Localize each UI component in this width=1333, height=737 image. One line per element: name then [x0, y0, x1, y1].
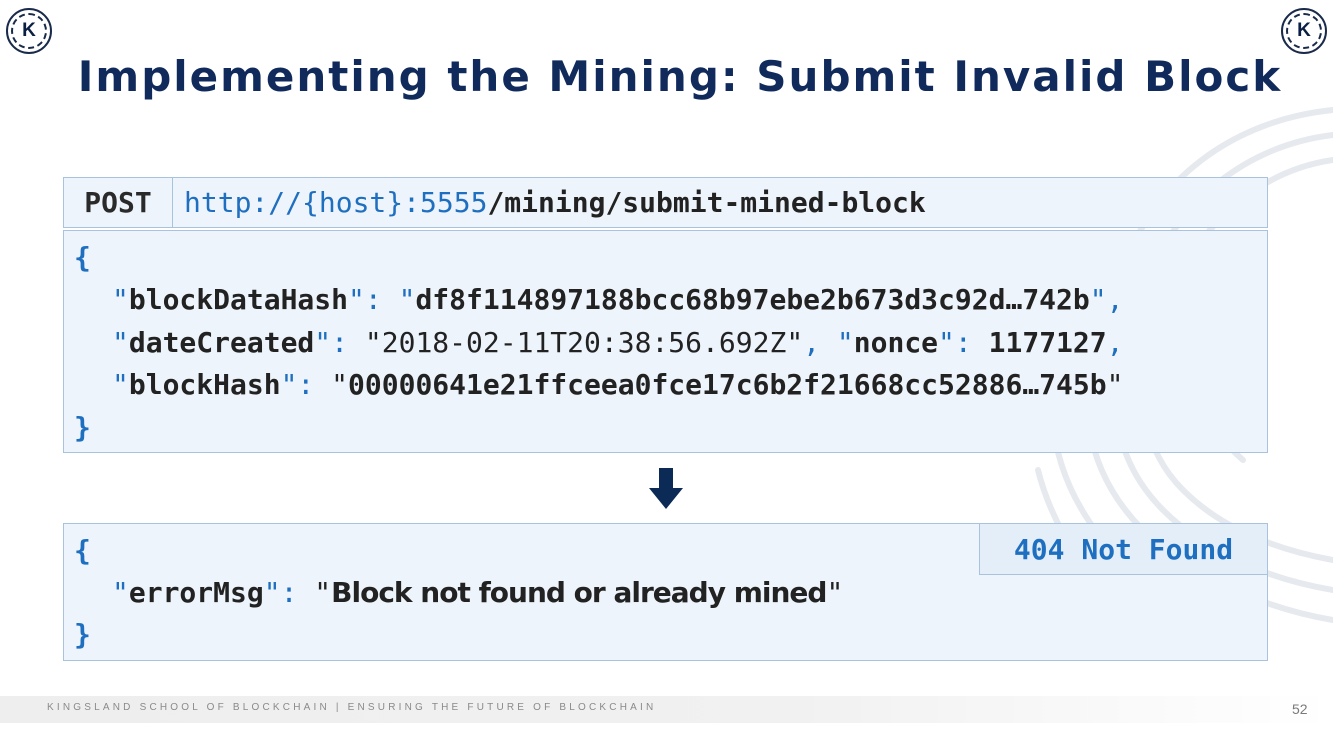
json-key: blockDataHash — [128, 283, 349, 316]
close-brace: } — [74, 411, 91, 444]
close-brace: } — [74, 618, 91, 651]
json-key: errorMsg — [128, 576, 264, 609]
field-blockHash: "blockHash": "00000641e21ffceea0fce17c6b… — [112, 368, 1124, 401]
kingsland-logo-left: K — [6, 8, 52, 54]
error-message: Block not found or already mined — [331, 576, 827, 609]
open-brace: { — [74, 534, 91, 567]
response-body: 404 Not Found { "errorMsg": "Block not f… — [63, 523, 1268, 661]
open-brace: { — [74, 241, 91, 274]
logo-letter: K — [22, 20, 36, 41]
json-key: dateCreated — [128, 326, 315, 359]
request-body: { "blockDataHash": "df8f114897188bcc68b9… — [63, 230, 1268, 453]
field-blockDataHash: "blockDataHash": "df8f114897188bcc68b97e… — [112, 283, 1124, 316]
page-number: 52 — [1292, 701, 1308, 717]
footer-text: KINGSLAND SCHOOL OF BLOCKCHAIN | ENSURIN… — [47, 702, 657, 713]
json-value: 00000641e21ffceea0fce17c6b2f21668cc52886… — [348, 368, 1107, 401]
logo-letter: K — [1297, 20, 1311, 41]
status-badge: 404 Not Found — [979, 524, 1267, 575]
json-value: 1177127 — [988, 326, 1107, 359]
json-key: blockHash — [128, 368, 281, 401]
request-line: POST http://{host}:5555/mining/submit-mi… — [63, 177, 1268, 228]
url-host: http://{host}:5555 — [184, 186, 488, 219]
kingsland-logo-right: K — [1281, 8, 1327, 54]
json-value: df8f114897188bcc68b97ebe2b673d3c92d…742b — [415, 283, 1090, 316]
url-path: /mining/submit-mined-block — [487, 186, 926, 219]
footer-bar: KINGSLAND SCHOOL OF BLOCKCHAIN | ENSURIN… — [0, 696, 1333, 723]
json-value: 2018-02-11T20:38:56.692Z — [381, 326, 787, 359]
field-errorMsg: "errorMsg": "Block not found or already … — [112, 576, 844, 609]
field-dateCreated-nonce: "dateCreated": "2018-02-11T20:38:56.692Z… — [112, 326, 1124, 359]
endpoint-url: http://{host}:5555/mining/submit-mined-b… — [184, 178, 926, 227]
down-arrow-icon — [649, 468, 683, 509]
http-method: POST — [64, 178, 173, 227]
json-key: nonce — [853, 326, 939, 359]
